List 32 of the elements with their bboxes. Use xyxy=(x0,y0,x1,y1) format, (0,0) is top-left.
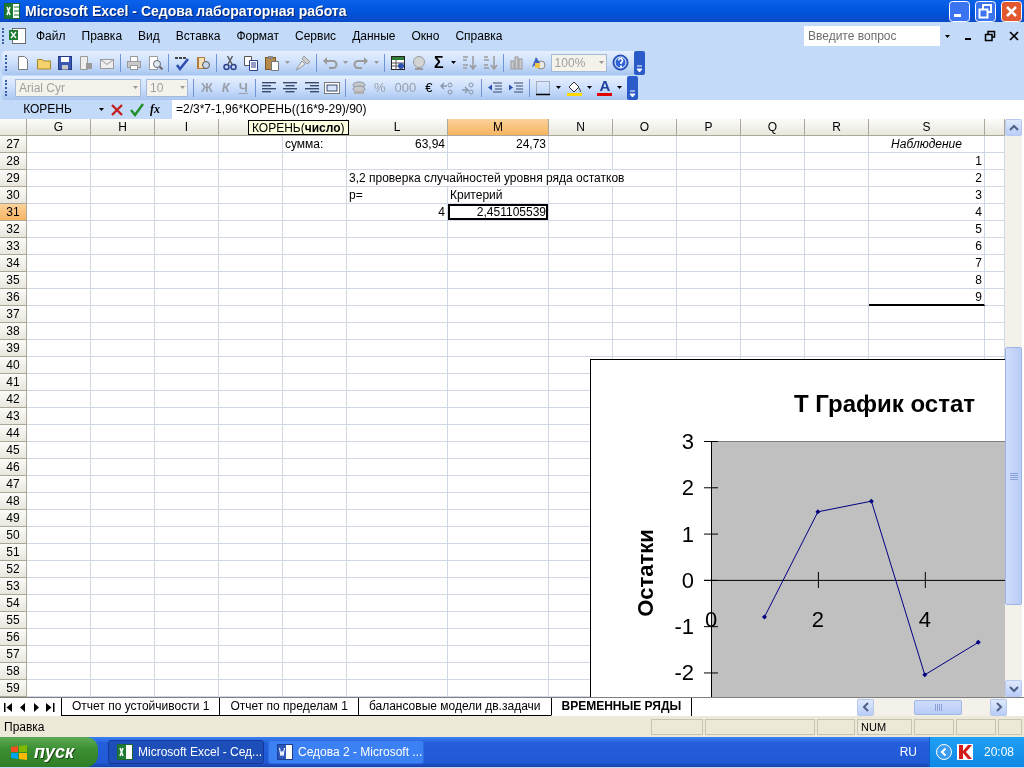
table-cell: 63,94 xyxy=(347,136,448,153)
table-cell: р= xyxy=(347,187,448,204)
table-cell: Критерий xyxy=(448,187,549,204)
table-cell: 2 xyxy=(869,170,985,187)
table-cell: 4 xyxy=(347,204,448,221)
tick-label: 2 xyxy=(681,475,694,501)
table-cell: 24,73 xyxy=(448,136,549,153)
table-cell: 3 xyxy=(869,187,985,204)
tick-label: -1 xyxy=(674,614,694,640)
table-cell: 6 xyxy=(869,238,985,255)
tick-label: 1 xyxy=(681,521,694,547)
table-cell: Наблюдение xyxy=(869,136,985,153)
clock: 20:08 xyxy=(983,745,1014,759)
tick-label: 2 xyxy=(811,606,825,632)
chart-title: Т График остат xyxy=(794,390,975,417)
tick-label: 4 xyxy=(918,606,931,632)
table-cell: 7 xyxy=(869,255,985,272)
tick-label: -2 xyxy=(674,660,694,686)
table-cell: 2,451105539 xyxy=(448,204,549,221)
status-text: Правка xyxy=(4,719,46,734)
table-cell: сумма: xyxy=(283,136,347,153)
status-indicator: NUM xyxy=(857,718,912,735)
table-cell: 1 xyxy=(869,153,985,170)
table-cell: 3,2 проверка случайностей уровня ряда остатков xyxy=(347,170,677,187)
table-cell: 9 xyxy=(869,289,985,306)
table-cell: 8 xyxy=(869,272,985,289)
window-title: Microsoft Excel - Седова лабораторная работа xyxy=(25,3,348,19)
axis-title: Остатки xyxy=(633,529,658,617)
tick-label: 3 xyxy=(681,429,694,454)
table-cell: 4 xyxy=(869,204,985,221)
tick-label: 0 xyxy=(681,567,694,593)
table-cell: 5 xyxy=(869,221,985,238)
